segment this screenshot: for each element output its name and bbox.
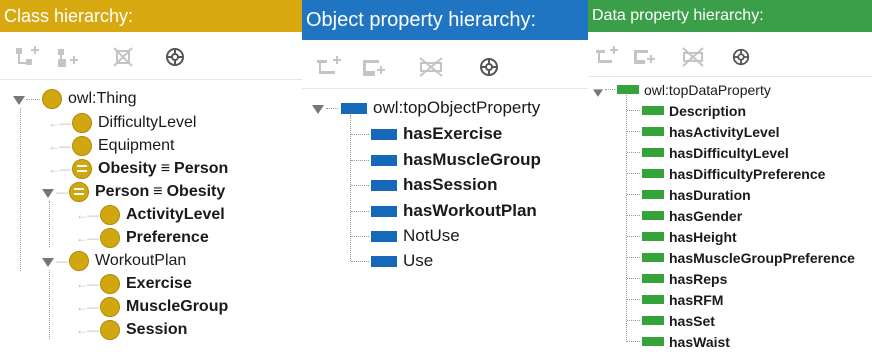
equivalent-class-icon xyxy=(72,159,92,179)
tree-node-hasrfm[interactable]: hasRFM xyxy=(627,291,723,308)
class-icon xyxy=(69,251,89,271)
tree-node-equipment[interactable]: ←— Equipment xyxy=(48,136,175,156)
class-icon xyxy=(100,228,120,248)
delete-class-icon[interactable] xyxy=(106,38,140,76)
add-sibling-property-icon[interactable] xyxy=(628,38,662,76)
tree-node-hasgender[interactable]: hasGender xyxy=(627,207,742,224)
options-icon[interactable] xyxy=(472,48,506,86)
tree-node-owl-thing[interactable]: owl:Thing xyxy=(26,89,136,109)
tree-node-haswaist[interactable]: hasWaist xyxy=(627,333,730,350)
tree-node-session[interactable]: ←— Session xyxy=(76,320,187,340)
class-hierarchy-panel: Class hierarchy: owl:Thing ←— Difficulty… xyxy=(0,0,302,358)
tree-node-hasexercise[interactable]: hasExercise xyxy=(351,123,502,145)
tree-node-hasset[interactable]: hasSet xyxy=(627,312,715,329)
data-property-icon xyxy=(642,295,664,304)
data-property-icon xyxy=(642,274,664,283)
tree-node-owl-topobjectproperty[interactable]: owl:topObjectProperty xyxy=(326,98,540,118)
tree-node-hasreps[interactable]: hasReps xyxy=(627,270,727,287)
add-subproperty-icon[interactable] xyxy=(590,38,624,76)
data-property-icon xyxy=(642,337,664,346)
options-icon[interactable] xyxy=(158,38,192,76)
expand-toggle-icon[interactable] xyxy=(42,255,54,273)
class-hierarchy-title: Class hierarchy: xyxy=(4,6,134,26)
tree-node-hasworkoutplan[interactable]: hasWorkoutPlan xyxy=(351,200,537,222)
class-icon xyxy=(100,297,120,317)
add-sibling-class-icon[interactable] xyxy=(52,38,86,76)
delete-property-icon[interactable] xyxy=(676,38,710,76)
data-property-header: Data property hierarchy: xyxy=(588,0,872,32)
tree-node-workoutplan[interactable]: — WorkoutPlan xyxy=(56,251,186,271)
data-property-toolbar xyxy=(588,38,872,76)
tree-node-musclegroup[interactable]: ←— MuscleGroup xyxy=(76,297,228,317)
tree-node-hasmusclegrouppreference[interactable]: hasMuscleGroupPreference xyxy=(627,249,855,266)
tree-node-preference[interactable]: ←— Preference xyxy=(76,228,209,248)
tree-node-hasmusclegroup[interactable]: hasMuscleGroup xyxy=(351,149,541,171)
tree-node-hassession[interactable]: hasSession xyxy=(351,174,498,196)
equivalent-class-icon xyxy=(69,182,89,202)
add-subclass-icon[interactable] xyxy=(10,38,44,76)
object-property-hierarchy-panel: Object property hierarchy: owl:topObject… xyxy=(302,0,588,358)
tree-node-hasdifficultylevel[interactable]: hasDifficultyLevel xyxy=(627,144,789,161)
class-icon xyxy=(100,320,120,340)
object-property-icon xyxy=(371,128,397,140)
tree-node-description[interactable]: Description xyxy=(627,102,746,119)
add-sibling-property-icon[interactable] xyxy=(358,48,392,86)
tree-node-difficultylevel[interactable]: ←— DifficultyLevel xyxy=(48,113,196,133)
data-property-icon xyxy=(642,190,664,199)
class-toolbar xyxy=(0,38,302,76)
data-property-hierarchy-panel: Data property hierarchy: owl:topDataProp… xyxy=(588,0,872,358)
data-property-icon xyxy=(642,211,664,220)
data-property-icon xyxy=(642,169,664,178)
data-property-tree: owl:topDataProperty Description hasActiv… xyxy=(588,77,872,358)
tree-node-notuse[interactable]: NotUse xyxy=(351,225,460,247)
delete-property-icon[interactable] xyxy=(414,48,448,86)
class-icon xyxy=(100,205,120,225)
tree-node-label: owl:Thing xyxy=(68,90,137,107)
class-icon xyxy=(72,113,92,133)
object-property-icon xyxy=(371,205,397,217)
class-tree: owl:Thing ←— DifficultyLevel ←— Equipmen… xyxy=(0,80,302,358)
add-subproperty-icon[interactable] xyxy=(312,48,346,86)
class-hierarchy-header: Class hierarchy: xyxy=(0,0,302,32)
data-property-icon xyxy=(642,253,664,262)
object-property-icon xyxy=(341,102,367,114)
data-property-icon xyxy=(642,316,664,325)
expand-toggle-icon[interactable] xyxy=(593,85,603,103)
tree-node-exercise[interactable]: ←— Exercise xyxy=(76,274,192,294)
tree-node-person[interactable]: — Person ≡ Obesity xyxy=(56,182,225,202)
tree-node-use[interactable]: Use xyxy=(351,250,433,272)
tree-node-obesity[interactable]: ←— Obesity ≡ Person xyxy=(48,159,228,179)
data-property-icon xyxy=(642,232,664,241)
data-property-icon xyxy=(642,127,664,136)
tree-node-hasdifficultypreference[interactable]: hasDifficultyPreference xyxy=(627,165,825,182)
object-property-icon xyxy=(371,230,397,242)
data-property-icon xyxy=(642,106,664,115)
tree-node-hasactivitylevel[interactable]: hasActivityLevel xyxy=(627,123,780,140)
tree-node-hasduration[interactable]: hasDuration xyxy=(627,186,751,203)
object-property-icon xyxy=(371,179,397,191)
data-property-icon xyxy=(642,148,664,157)
class-icon xyxy=(72,136,92,156)
object-property-title: Object property hierarchy: xyxy=(306,9,537,31)
tree-node-hasheight[interactable]: hasHeight xyxy=(627,228,737,245)
expand-toggle-icon[interactable] xyxy=(42,186,54,204)
expand-toggle-icon[interactable] xyxy=(312,102,324,120)
class-icon xyxy=(100,274,120,294)
data-property-icon xyxy=(617,85,639,94)
object-property-header: Object property hierarchy: xyxy=(302,0,588,40)
object-property-icon xyxy=(371,255,397,267)
object-property-toolbar xyxy=(302,48,588,86)
options-icon[interactable] xyxy=(724,38,758,76)
tree-node-activitylevel[interactable]: ←— ActivityLevel xyxy=(76,205,225,225)
object-property-tree: owl:topObjectProperty hasExercise hasMus… xyxy=(302,89,588,358)
tree-node-owl-topdataproperty[interactable]: owl:topDataProperty xyxy=(605,81,771,98)
expand-toggle-icon[interactable] xyxy=(13,93,25,111)
data-property-title: Data property hierarchy: xyxy=(592,7,764,24)
class-icon xyxy=(42,89,62,109)
object-property-icon xyxy=(371,154,397,166)
